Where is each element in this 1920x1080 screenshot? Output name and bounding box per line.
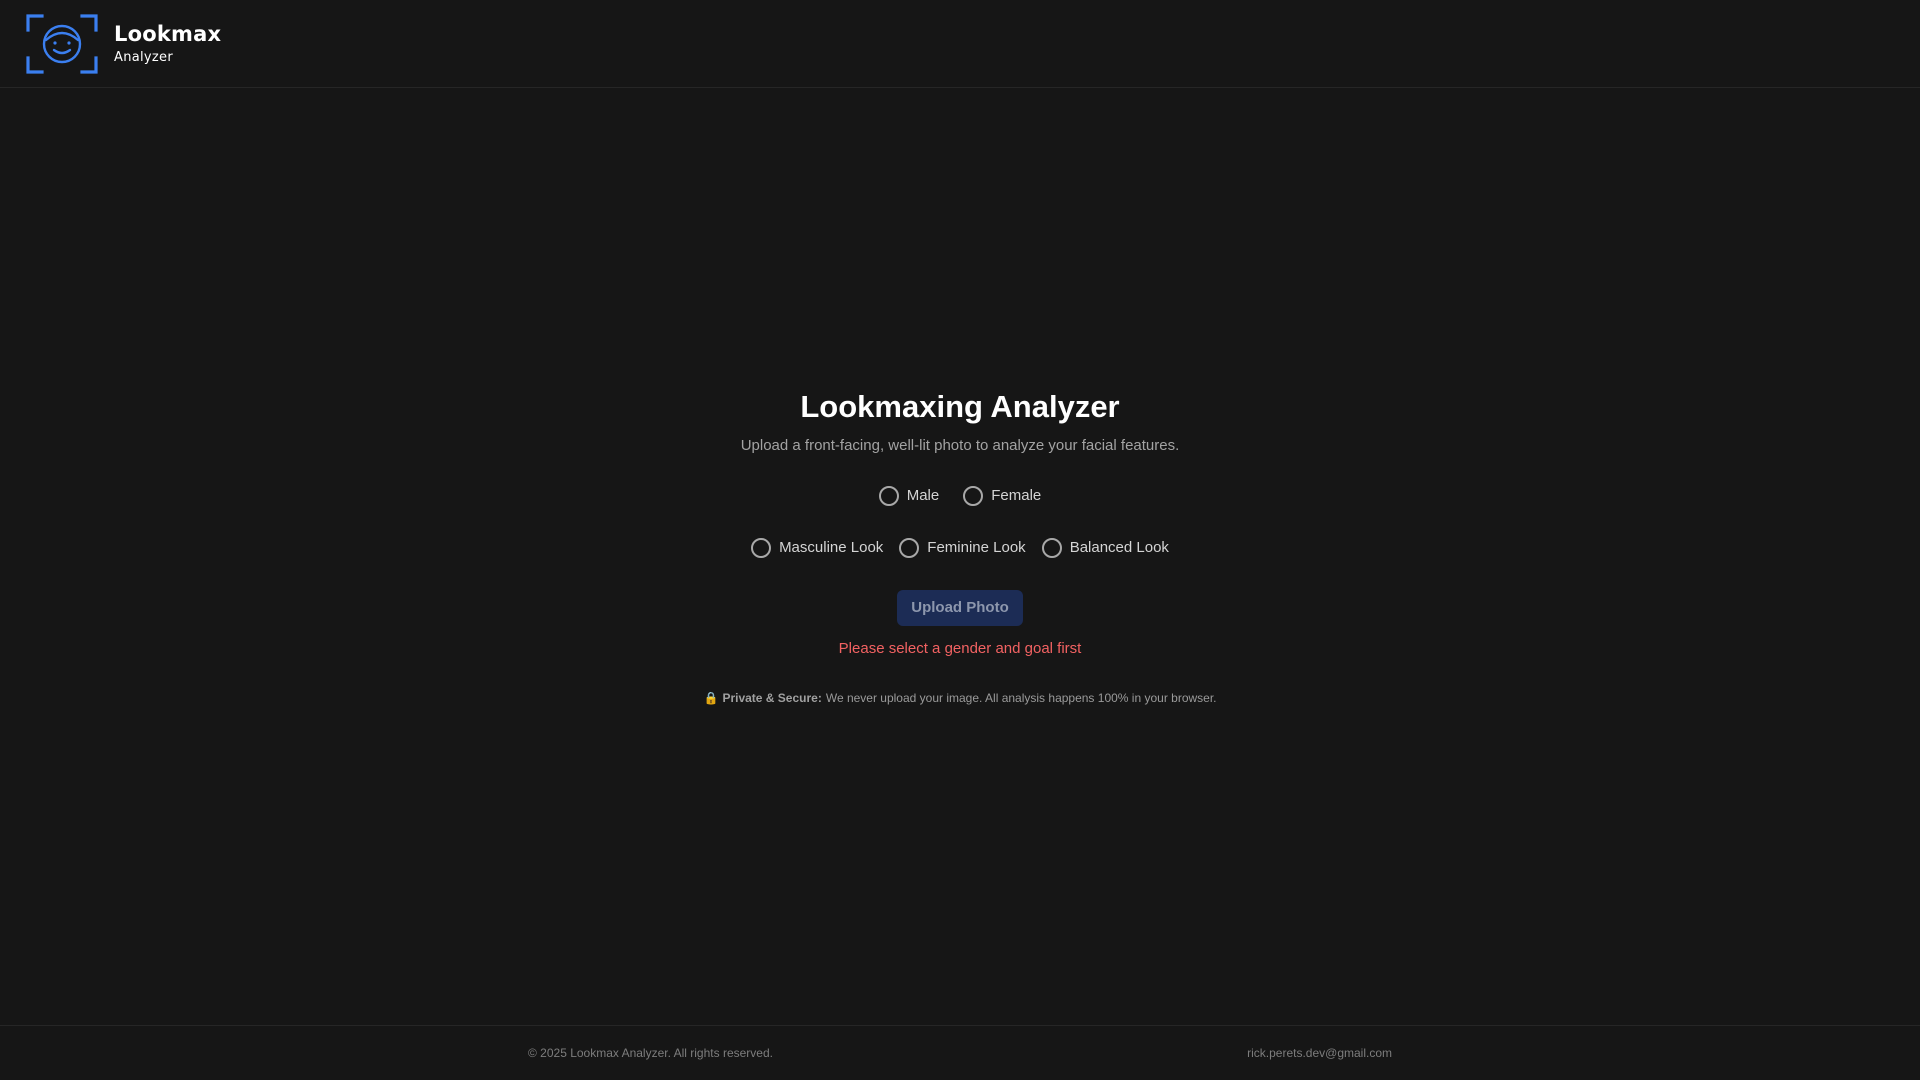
radio-circle[interactable]	[1041, 537, 1062, 558]
radio-masculine-look[interactable]: Masculine Look	[751, 537, 884, 558]
radio-label: Female	[991, 487, 1042, 504]
page: Lookmax Analyzer Lookmaxing Analyzer Upl…	[0, 0, 1920, 1080]
brand-title: Lookmax	[114, 21, 222, 46]
radio-circle[interactable]	[751, 537, 772, 558]
page-title: Lookmaxing Analyzer	[800, 388, 1120, 424]
validation-error: Please select a gender and goal first	[838, 639, 1082, 657]
contact-email-link[interactable]: rick.perets.dev@gmail.com	[1247, 1046, 1392, 1060]
privacy-label: Private & Secure:	[722, 690, 822, 705]
lock-icon: 🔒	[703, 690, 719, 705]
radio-circle[interactable]	[899, 537, 920, 558]
radio-female[interactable]: Female	[963, 485, 1042, 506]
goal-radio-group: Masculine Look Feminine Look Balanced Lo…	[751, 537, 1169, 558]
face-scan-icon	[26, 13, 98, 74]
radio-male[interactable]: Male	[878, 485, 940, 506]
privacy-notice: 🔒 Private & Secure: We never upload your…	[703, 691, 1216, 705]
copyright-text: © 2025 Lookmax Analyzer. All rights rese…	[528, 1046, 773, 1060]
footer: © 2025 Lookmax Analyzer. All rights rese…	[0, 1025, 1920, 1080]
brand-text: Lookmax Analyzer	[114, 21, 222, 65]
brand-subtitle: Analyzer	[114, 49, 173, 65]
page-subtitle: Upload a front-facing, well-lit photo to…	[740, 436, 1180, 454]
radio-label: Male	[906, 487, 940, 504]
radio-label: Feminine Look	[927, 539, 1026, 556]
radio-circle[interactable]	[878, 485, 899, 506]
privacy-text: We never upload your image. All analysis…	[825, 690, 1217, 705]
main-content: Lookmaxing Analyzer Upload a front-facin…	[0, 88, 1920, 1025]
gender-radio-group: Male Female	[878, 485, 1042, 506]
radio-balanced-look[interactable]: Balanced Look	[1041, 537, 1169, 558]
header: Lookmax Analyzer	[0, 0, 1920, 88]
brand[interactable]: Lookmax Analyzer	[26, 13, 222, 74]
radio-circle[interactable]	[963, 485, 984, 506]
radio-label: Masculine Look	[779, 539, 884, 556]
radio-feminine-look[interactable]: Feminine Look	[899, 537, 1026, 558]
upload-photo-button[interactable]: Upload Photo	[897, 589, 1023, 626]
radio-label: Balanced Look	[1069, 539, 1169, 556]
